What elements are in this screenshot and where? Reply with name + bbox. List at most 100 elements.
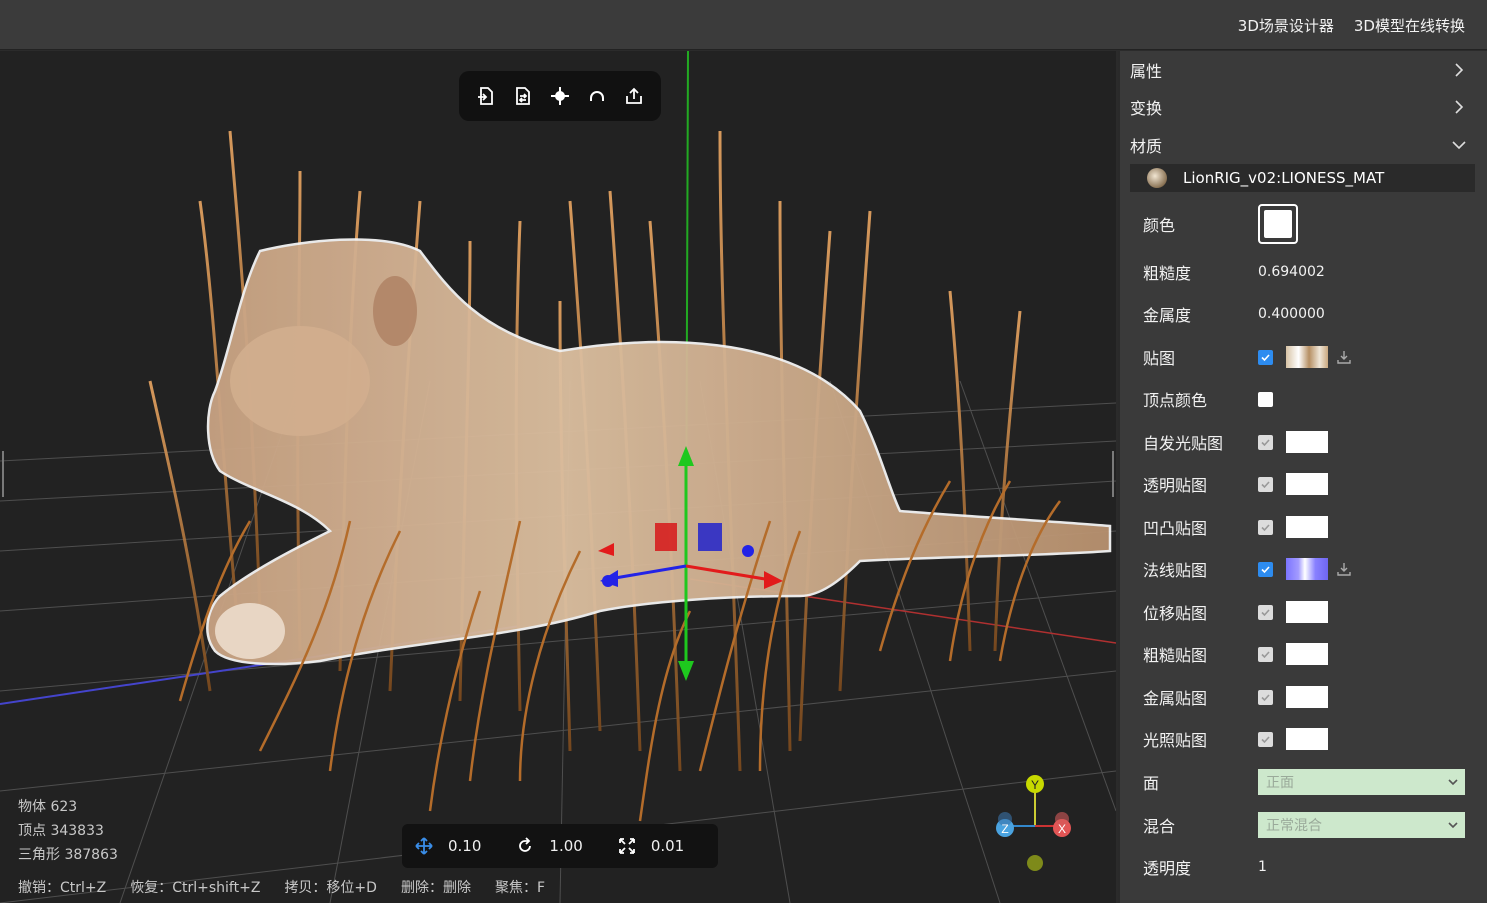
section-transform[interactable]: 变换 [1130,92,1480,122]
prop-side: 面 正面 [1143,767,1473,797]
alpha-map-label: 透明贴图 [1143,476,1208,495]
prop-displacement-map: 位移贴图 [1143,597,1473,627]
normal-map-thumbnail[interactable] [1286,558,1328,580]
scene-designer-link[interactable]: 3D场景设计器 [1238,15,1334,36]
rotate-snap-value[interactable]: 1.00 [549,837,582,855]
roughness-map-checkbox[interactable] [1258,646,1273,662]
section-material-label: 材质 [1130,137,1163,156]
triangle-count: 三角形 387863 [18,847,118,863]
section-properties-label: 属性 [1130,62,1163,81]
properties-panel: 属性 变换 材质 LionRIG_v02:LIONESS_MAT 颜色 粗糙度 … [1118,51,1487,903]
rotate-icon[interactable] [515,836,535,856]
prop-light-map: 光照贴图 [1143,724,1473,754]
prop-metalness-map: 金属贴图 [1143,682,1473,712]
prop-normal-map: 法线贴图 [1143,554,1473,584]
prop-color: 颜色 [1143,204,1473,244]
side-select[interactable]: 正面 [1258,769,1465,795]
chevron-right-icon [1455,63,1464,77]
displacement-map-thumbnail[interactable] [1286,601,1328,623]
material-name: LionRIG_v02:LIONESS_MAT [1183,169,1385,187]
prop-roughness-map: 粗糙贴图 [1143,639,1473,669]
import-icon[interactable] [475,85,497,107]
viewport-toolbar [459,71,661,121]
export-icon[interactable] [623,85,645,107]
prop-roughness: 粗糙度 0.694002 [1143,257,1473,287]
prop-alpha-map: 透明贴图 [1143,469,1473,499]
alpha-map-thumbnail[interactable] [1286,473,1328,495]
light-map-checkbox[interactable] [1258,731,1273,747]
move-snap-value[interactable]: 0.10 [448,837,481,855]
opacity-value[interactable]: 1 [1258,859,1267,875]
hint-focus: 聚焦：F [494,880,546,896]
hint-redo: 恢复：Ctrl+shift+Z [130,880,261,896]
emissive-map-thumbnail[interactable] [1286,431,1328,453]
bump-map-checkbox[interactable] [1258,519,1273,535]
side-label: 面 [1143,774,1160,793]
focus-icon[interactable] [549,85,571,107]
metalness-map-checkbox[interactable] [1258,689,1273,705]
prop-map: 贴图 [1143,342,1473,372]
prop-emissive-map: 自发光贴图 [1143,427,1473,457]
3d-viewport[interactable]: Y X Z 物体 623 顶点 343833 三角形 387863 0.10 1… [0,51,1116,903]
blending-label: 混合 [1143,817,1176,836]
displacement-map-checkbox[interactable] [1258,604,1273,620]
map-label: 贴图 [1143,349,1176,368]
move-icon[interactable] [414,836,434,856]
shortcut-hints: 撤销：Ctrl+Z 恢复：Ctrl+shift+Z 拷贝：移位+D 删除：删除 … [18,877,545,897]
metalness-label: 金属度 [1143,306,1192,325]
prop-metalness: 金属度 0.400000 [1143,299,1473,329]
metalness-map-label: 金属贴图 [1143,689,1208,708]
prop-blending: 混合 正常混合 [1143,810,1473,840]
map-thumbnail[interactable] [1286,346,1328,368]
roughness-map-label: 粗糙贴图 [1143,646,1208,665]
reset-icon[interactable] [586,85,608,107]
emissive-map-checkbox[interactable] [1258,434,1273,450]
prop-vertex-color: 顶点颜色 [1143,384,1473,414]
left-resize-handle[interactable] [2,451,4,497]
model-converter-link[interactable]: 3D模型在线转换 [1354,15,1465,36]
transform-snap-bar: 0.10 1.00 0.01 [402,824,718,868]
gizmo-z-label: Z [1001,822,1008,836]
scene-canvas: Y X Z [0,51,1116,903]
metalness-value[interactable]: 0.400000 [1258,306,1325,322]
normal-map-checkbox[interactable] [1258,561,1273,577]
normal-map-label: 法线贴图 [1143,561,1208,580]
material-selector[interactable]: LionRIG_v02:LIONESS_MAT [1130,164,1475,192]
material-preview-icon [1147,168,1167,188]
section-properties[interactable]: 属性 [1130,55,1480,85]
vertex-color-checkbox[interactable] [1258,391,1273,407]
prop-bump-map: 凹凸贴图 [1143,512,1473,542]
alpha-map-checkbox[interactable] [1258,476,1273,492]
scene-stats: 物体 623 顶点 343833 三角形 387863 [18,795,118,867]
light-map-thumbnail[interactable] [1286,728,1328,750]
map-checkbox[interactable] [1258,349,1273,365]
emissive-map-label: 自发光贴图 [1143,434,1224,453]
download-icon[interactable] [1336,561,1352,577]
chevron-right-icon [1455,100,1464,114]
gizmo-y-label: Y [1031,778,1039,792]
hint-copy: 拷贝：移位+D [284,880,377,896]
scale-icon[interactable] [617,836,637,856]
lion-model [206,238,1112,666]
chevron-down-icon [1452,141,1466,150]
download-icon[interactable] [1336,349,1352,365]
light-map-label: 光照贴图 [1143,731,1208,750]
opacity-label: 透明度 [1143,859,1192,878]
roughness-value[interactable]: 0.694002 [1258,264,1325,280]
scale-snap-value[interactable]: 0.01 [651,837,684,855]
roughness-map-thumbnail[interactable] [1286,643,1328,665]
replace-icon[interactable] [512,85,534,107]
right-resize-handle[interactable] [1112,451,1114,497]
hint-delete: 删除：删除 [400,880,471,896]
gizmo-x-label: X [1058,822,1066,836]
blending-select[interactable]: 正常混合 [1258,812,1465,838]
orientation-gizmo: Y X Z [996,775,1071,871]
section-transform-label: 变换 [1130,99,1163,118]
section-material[interactable]: 材质 [1130,130,1480,160]
side-select-value: 正面 [1266,775,1294,791]
bump-map-thumbnail[interactable] [1286,516,1328,538]
hint-undo: 撤销：Ctrl+Z [18,880,107,896]
metalness-map-thumbnail[interactable] [1286,686,1328,708]
roughness-label: 粗糙度 [1143,264,1192,283]
color-swatch[interactable] [1258,204,1298,244]
